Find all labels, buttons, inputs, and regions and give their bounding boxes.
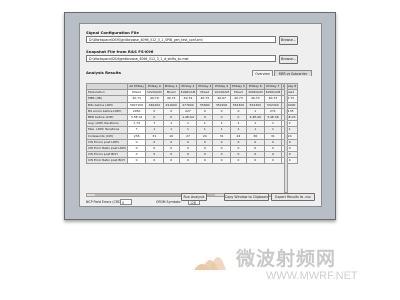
table-cell: 1024QAM xyxy=(145,89,164,97)
row-label: CW Error Ratio post LDPC xyxy=(85,144,129,153)
table-cell: 4096QAM xyxy=(178,89,198,97)
ofdm-symbols-label: OFDM Symbols: xyxy=(156,200,182,204)
analysis-tabs: Overview MER vs Subcarrier xyxy=(240,70,314,76)
column-header[interactable]: PhSlay 3 xyxy=(196,82,214,91)
column-header[interactable]: PhSlay 7 xyxy=(263,82,283,91)
tab-overview[interactable]: Overview xyxy=(252,70,273,76)
table-cell: 0 xyxy=(162,157,180,165)
watermark-logo xyxy=(194,257,226,270)
signal-config-path-field[interactable]: D:\Workspace\DSH\\gridbrowse_4096_512_3_… xyxy=(86,36,276,43)
table-cell: 0 xyxy=(196,157,214,165)
row-label: CW Error Ratio post BCH xyxy=(85,157,129,165)
application-window: Signal Configuration File D:\Workspace\D… xyxy=(79,23,322,207)
column-header[interactable]: PhSlay 5 xyxy=(229,82,247,91)
table-cell: 0 xyxy=(229,157,247,165)
table-cell: 4096QAM xyxy=(263,89,283,97)
ncp-errors-value: 0 xyxy=(120,199,132,205)
column-header[interactable]: PhSlay 0 xyxy=(145,82,164,91)
table-cell: 291600 xyxy=(162,101,180,109)
tab-mer-vs-subcarrier[interactable]: MER vs Subcarrier xyxy=(274,70,312,76)
table-cell: 0 xyxy=(245,157,265,165)
signal-config-browse-button[interactable]: Browse... xyxy=(279,36,298,45)
column-header[interactable]: PhSlay 6 xyxy=(245,82,265,91)
column-header[interactable]: All PhSlay xyxy=(127,82,147,91)
table-cell: 4096QAM xyxy=(245,89,265,97)
table-cell: 552300 xyxy=(229,101,247,109)
export-csv-button[interactable]: Export Results to .csv xyxy=(271,193,315,201)
analysis-results-label: Analysis Results xyxy=(86,70,121,75)
table-cell: 0 xyxy=(212,157,231,165)
run-analysis-button[interactable]: Run Analysis xyxy=(181,193,207,201)
table-row: CW Error Ratio post BCH 0 0 0 0 0 0 0 0 0 0 xyxy=(85,157,299,165)
column-header[interactable]: PhSlay 1 xyxy=(162,82,180,91)
snapshot-browse-button[interactable]: Browse... xyxy=(279,55,298,64)
table-cell: 0 xyxy=(145,157,164,165)
table-vertical-scrollbar[interactable] xyxy=(284,83,288,193)
analysis-results-table: All PhSlay PhSlay 0 PhSlay 1 PhSlay 2 Ph… xyxy=(85,82,299,165)
watermark-url: WWW.MWRF.NET xyxy=(266,270,358,282)
column-header[interactable]: PhSlay 4 xyxy=(212,82,231,91)
table-cell: 0 xyxy=(263,157,283,165)
watermark-title: 微波射频网 xyxy=(236,248,337,270)
table-cell: 1024QAM xyxy=(212,89,231,97)
table-cell: 0 xyxy=(127,157,147,165)
copy-to-clipboard-button[interactable]: Copy Window to Clipboard xyxy=(224,193,269,201)
table-cell: 5827200 xyxy=(127,101,147,109)
ncp-errors-label: NCP Field Errors (CRC): xyxy=(86,200,123,204)
snapshot-path-field[interactable]: D:\Workspace\DSH\gridbrowse_4096_512_3_1… xyxy=(86,55,276,62)
snapshot-label: Snapshot File from R&S FS-K96 xyxy=(86,49,154,54)
signal-config-label: Signal Configuration File xyxy=(86,30,139,35)
table-cell: 0 xyxy=(178,157,198,165)
column-header[interactable]: PhSlay 2 xyxy=(178,82,198,91)
